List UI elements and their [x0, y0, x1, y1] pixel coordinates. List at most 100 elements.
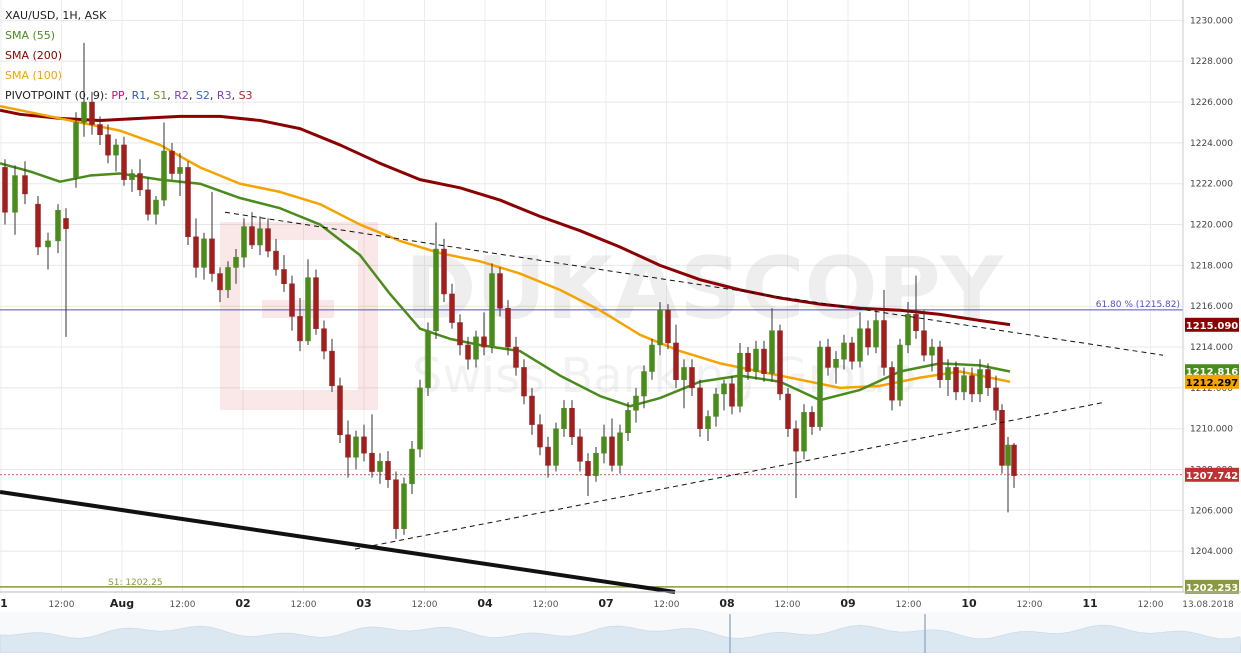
candle	[585, 453, 591, 497]
candle-body	[473, 336, 479, 360]
y-tick-label: 1218.000	[1190, 261, 1233, 271]
candle-body	[2, 167, 8, 213]
candle-body	[497, 273, 503, 309]
candle-body	[809, 412, 815, 427]
candle	[937, 340, 943, 388]
candle-body	[425, 330, 431, 389]
legend-sma55[interactable]: SMA (55)	[5, 26, 253, 46]
candle-body	[961, 375, 967, 393]
candle	[489, 263, 495, 354]
legend-pivot[interactable]: PIVOTPOINT (0, 9): PP, R1, S1, R2, S2, R…	[5, 86, 253, 106]
candle-body	[105, 134, 111, 156]
x-tick-label: 04	[477, 597, 493, 610]
candle-body	[577, 436, 583, 462]
candle-body	[841, 342, 847, 360]
candle-body	[297, 316, 303, 342]
candle	[377, 453, 383, 484]
legend-sma100[interactable]: SMA (100)	[5, 66, 253, 86]
candle	[697, 379, 703, 437]
s1-level-label: S1: 1202.25	[108, 578, 163, 588]
candle-body	[641, 371, 647, 397]
candle-body	[289, 283, 295, 317]
candle-body	[113, 144, 119, 156]
x-tick-label: 12:00	[1017, 600, 1043, 610]
candle-body	[665, 310, 671, 344]
candle-body	[697, 387, 703, 429]
candle	[201, 232, 207, 280]
x-tick-label: 13.08.2018	[1182, 600, 1234, 610]
candle-body	[313, 277, 319, 329]
x-tick-label: 12:00	[533, 600, 559, 610]
candle	[385, 451, 391, 488]
candle-body	[625, 410, 631, 434]
candle	[105, 124, 111, 164]
y-tick-label: 1206.000	[1190, 506, 1233, 516]
x-tick-label: 1	[0, 597, 8, 610]
candle-body	[489, 273, 495, 348]
candle	[361, 424, 367, 462]
candle-body	[761, 348, 767, 374]
candle-body	[45, 240, 51, 248]
candle-body	[193, 236, 199, 268]
candle-body	[385, 461, 391, 480]
candle	[897, 338, 903, 407]
candle-body	[185, 167, 191, 238]
candle	[161, 122, 167, 207]
price-tag-label: 1215.090	[1186, 321, 1239, 332]
candle	[953, 361, 959, 401]
legend-sma200[interactable]: SMA (200)	[5, 46, 253, 66]
candle-body	[793, 428, 799, 452]
x-tick-label: Aug	[110, 597, 134, 610]
candle	[569, 400, 575, 446]
x-tick-label: 12:00	[412, 600, 438, 610]
candle-body	[953, 367, 959, 393]
candle	[817, 340, 823, 431]
candle-body	[657, 310, 663, 346]
candle	[137, 159, 143, 196]
x-tick-label: 07	[598, 597, 613, 610]
pivot-item-r1: R1	[131, 89, 147, 102]
candle	[73, 112, 79, 188]
candle	[785, 387, 791, 437]
chart-legend: XAU/USD, 1H, ASK SMA (55) SMA (200) SMA …	[5, 6, 253, 106]
candle-body	[369, 452, 375, 472]
candle	[313, 269, 319, 335]
y-axis-panel	[1183, 0, 1241, 592]
candle-body	[353, 436, 359, 458]
candle-body	[513, 346, 519, 368]
y-tick-label: 1228.000	[1190, 57, 1233, 67]
candle	[63, 208, 69, 337]
candle-body	[999, 410, 1005, 466]
x-tick-label: 11	[1082, 597, 1097, 610]
candle-body	[449, 293, 455, 323]
candle	[401, 477, 407, 535]
candle-body	[121, 144, 127, 180]
candle	[705, 410, 711, 441]
candle-body	[257, 228, 263, 246]
candle	[185, 161, 191, 245]
candle-body	[617, 432, 623, 466]
candle-body	[849, 342, 855, 362]
candle-body	[409, 448, 415, 485]
x-tick-label: 02	[235, 597, 250, 610]
candle-body	[63, 218, 69, 229]
candle-body	[73, 122, 79, 178]
candle	[35, 195, 41, 256]
candle-body	[337, 385, 343, 436]
candle-body	[305, 277, 311, 342]
candle-body	[393, 479, 399, 529]
price-tag-label: 1207.742	[1186, 471, 1239, 482]
candle-body	[817, 346, 823, 427]
candle-body	[225, 267, 231, 291]
x-tick-label: 12:00	[1138, 600, 1164, 610]
candle-body	[265, 228, 271, 252]
candle-body	[801, 412, 807, 452]
candle	[153, 195, 159, 225]
candle-body	[737, 352, 743, 407]
x-tick-label: 12:00	[896, 600, 922, 610]
candle	[999, 404, 1005, 474]
candle-body	[585, 461, 591, 476]
candle-body	[897, 344, 903, 401]
candle-body	[401, 483, 407, 529]
candle-body	[441, 248, 447, 295]
